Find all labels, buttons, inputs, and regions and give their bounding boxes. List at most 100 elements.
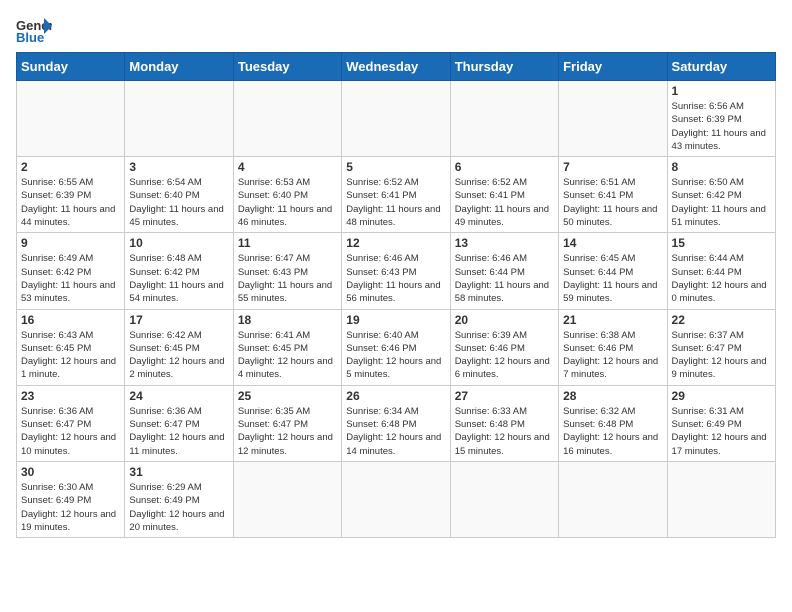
day-number: 2 xyxy=(21,160,120,174)
calendar-day-cell: 12Sunrise: 6:46 AM Sunset: 6:43 PM Dayli… xyxy=(342,233,450,309)
day-number: 27 xyxy=(455,389,554,403)
day-number: 17 xyxy=(129,313,228,327)
day-number: 5 xyxy=(346,160,445,174)
calendar-day-cell: 28Sunrise: 6:32 AM Sunset: 6:48 PM Dayli… xyxy=(559,385,667,461)
day-info: Sunrise: 6:43 AM Sunset: 6:45 PM Dayligh… xyxy=(21,329,120,382)
calendar-day-cell: 29 Sunrise: 6:31 AM Sunset: 6:49 PM Dayli… xyxy=(667,385,775,461)
day-info: Sunrise: 6:50 AM Sunset: 6:42 PM Dayligh… xyxy=(672,176,771,229)
day-info: Sunrise: 6:29 AM Sunset: 6:49 PM Dayligh… xyxy=(129,481,228,534)
day-number: 25 xyxy=(238,389,337,403)
day-info: Sunrise: 6:54 AM Sunset: 6:40 PM Dayligh… xyxy=(129,176,228,229)
day-info: Sunrise: 6:55 AM Sunset: 6:39 PM Dayligh… xyxy=(21,176,120,229)
day-info: Sunrise: 6:39 AM Sunset: 6:46 PM Dayligh… xyxy=(455,329,554,382)
day-info: Sunrise: 6:30 AM Sunset: 6:49 PM Dayligh… xyxy=(21,481,120,534)
calendar-day-cell: 9Sunrise: 6:49 AM Sunset: 6:42 PM Daylig… xyxy=(17,233,125,309)
calendar-header-row: SundayMondayTuesdayWednesdayThursdayFrid… xyxy=(17,53,776,81)
calendar-day-cell xyxy=(233,461,341,537)
calendar-day-cell: 23 Sunrise: 6:36 AM Sunset: 6:47 PM Dayli… xyxy=(17,385,125,461)
day-number: 1 xyxy=(672,84,771,98)
day-number: 7 xyxy=(563,160,662,174)
day-info: Sunrise: 6:56 AM Sunset: 6:39 PM Dayligh… xyxy=(672,100,771,153)
day-number: 18 xyxy=(238,313,337,327)
calendar-week-row: 2 Sunrise: 6:55 AM Sunset: 6:39 PM Daylig… xyxy=(17,157,776,233)
calendar-day-cell: 19 Sunrise: 6:40 AM Sunset: 6:46 PM Dayli… xyxy=(342,309,450,385)
calendar-week-row: 23 Sunrise: 6:36 AM Sunset: 6:47 PM Dayli… xyxy=(17,385,776,461)
day-info: Sunrise: 6:41 AM Sunset: 6:45 PM Dayligh… xyxy=(238,329,337,382)
day-info: Sunrise: 6:53 AM Sunset: 6:40 PM Dayligh… xyxy=(238,176,337,229)
day-number: 23 xyxy=(21,389,120,403)
calendar-day-cell: 11Sunrise: 6:47 AM Sunset: 6:43 PM Dayli… xyxy=(233,233,341,309)
calendar-day-cell: 3 Sunrise: 6:54 AM Sunset: 6:40 PM Daylig… xyxy=(125,157,233,233)
day-info: Sunrise: 6:36 AM Sunset: 6:47 PM Dayligh… xyxy=(21,405,120,458)
calendar-day-cell: 25 Sunrise: 6:35 AM Sunset: 6:47 PM Dayli… xyxy=(233,385,341,461)
day-info: Sunrise: 6:52 AM Sunset: 6:41 PM Dayligh… xyxy=(455,176,554,229)
day-number: 10 xyxy=(129,236,228,250)
day-number: 4 xyxy=(238,160,337,174)
calendar-day-cell xyxy=(17,81,125,157)
calendar-day-cell: 10 Sunrise: 6:48 AM Sunset: 6:42 PM Dayli… xyxy=(125,233,233,309)
calendar-day-cell: 26 Sunrise: 6:34 AM Sunset: 6:48 PM Dayli… xyxy=(342,385,450,461)
day-info: Sunrise: 6:35 AM Sunset: 6:47 PM Dayligh… xyxy=(238,405,337,458)
calendar-day-cell: 30 Sunrise: 6:30 AM Sunset: 6:49 PM Dayli… xyxy=(17,461,125,537)
logo: General Blue xyxy=(16,16,52,44)
day-number: 13 xyxy=(455,236,554,250)
calendar-table: SundayMondayTuesdayWednesdayThursdayFrid… xyxy=(16,52,776,538)
day-info: Sunrise: 6:52 AM Sunset: 6:41 PM Dayligh… xyxy=(346,176,445,229)
day-info: Sunrise: 6:51 AM Sunset: 6:41 PM Dayligh… xyxy=(563,176,662,229)
day-number: 30 xyxy=(21,465,120,479)
calendar-week-row: 30 Sunrise: 6:30 AM Sunset: 6:49 PM Dayli… xyxy=(17,461,776,537)
day-info: Sunrise: 6:47 AM Sunset: 6:43 PM Dayligh… xyxy=(238,252,337,305)
calendar-day-cell xyxy=(125,81,233,157)
day-number: 19 xyxy=(346,313,445,327)
day-info: Sunrise: 6:36 AM Sunset: 6:47 PM Dayligh… xyxy=(129,405,228,458)
day-info: Sunrise: 6:44 AM Sunset: 6:44 PM Dayligh… xyxy=(672,252,771,305)
calendar-day-cell xyxy=(233,81,341,157)
calendar-day-cell: 20 Sunrise: 6:39 AM Sunset: 6:46 PM Dayli… xyxy=(450,309,558,385)
day-number: 26 xyxy=(346,389,445,403)
calendar-week-row: 16 Sunrise: 6:43 AM Sunset: 6:45 PM Dayli… xyxy=(17,309,776,385)
day-number: 12 xyxy=(346,236,445,250)
calendar-day-cell: 31 Sunrise: 6:29 AM Sunset: 6:49 PM Dayli… xyxy=(125,461,233,537)
day-info: Sunrise: 6:34 AM Sunset: 6:48 PM Dayligh… xyxy=(346,405,445,458)
calendar-day-cell: 24Sunrise: 6:36 AM Sunset: 6:47 PM Dayli… xyxy=(125,385,233,461)
logo-icon: General Blue xyxy=(16,16,52,44)
calendar-day-cell: 18 Sunrise: 6:41 AM Sunset: 6:45 PM Dayli… xyxy=(233,309,341,385)
calendar-day-cell: 27Sunrise: 6:33 AM Sunset: 6:48 PM Dayli… xyxy=(450,385,558,461)
day-info: Sunrise: 6:42 AM Sunset: 6:45 PM Dayligh… xyxy=(129,329,228,382)
day-number: 20 xyxy=(455,313,554,327)
day-number: 8 xyxy=(672,160,771,174)
calendar-day-cell: 14Sunrise: 6:45 AM Sunset: 6:44 PM Dayli… xyxy=(559,233,667,309)
calendar-day-cell: 8 Sunrise: 6:50 AM Sunset: 6:42 PM Daylig… xyxy=(667,157,775,233)
day-number: 16 xyxy=(21,313,120,327)
calendar-day-cell: 1 Sunrise: 6:56 AM Sunset: 6:39 PM Daylig… xyxy=(667,81,775,157)
calendar-day-cell: 21 Sunrise: 6:38 AM Sunset: 6:46 PM Dayli… xyxy=(559,309,667,385)
day-number: 31 xyxy=(129,465,228,479)
calendar-day-cell: 15Sunrise: 6:44 AM Sunset: 6:44 PM Dayli… xyxy=(667,233,775,309)
weekday-header: Tuesday xyxy=(233,53,341,81)
calendar-day-cell xyxy=(450,461,558,537)
day-info: Sunrise: 6:48 AM Sunset: 6:42 PM Dayligh… xyxy=(129,252,228,305)
calendar-day-cell: 5 Sunrise: 6:52 AM Sunset: 6:41 PM Daylig… xyxy=(342,157,450,233)
day-info: Sunrise: 6:40 AM Sunset: 6:46 PM Dayligh… xyxy=(346,329,445,382)
day-number: 22 xyxy=(672,313,771,327)
calendar-day-cell xyxy=(342,81,450,157)
day-number: 9 xyxy=(21,236,120,250)
calendar-day-cell: 16 Sunrise: 6:43 AM Sunset: 6:45 PM Dayli… xyxy=(17,309,125,385)
day-number: 3 xyxy=(129,160,228,174)
day-info: Sunrise: 6:31 AM Sunset: 6:49 PM Dayligh… xyxy=(672,405,771,458)
weekday-header: Wednesday xyxy=(342,53,450,81)
day-number: 29 xyxy=(672,389,771,403)
day-info: Sunrise: 6:46 AM Sunset: 6:44 PM Dayligh… xyxy=(455,252,554,305)
weekday-header: Thursday xyxy=(450,53,558,81)
calendar-day-cell: 22Sunrise: 6:37 AM Sunset: 6:47 PM Dayli… xyxy=(667,309,775,385)
calendar-week-row: 9Sunrise: 6:49 AM Sunset: 6:42 PM Daylig… xyxy=(17,233,776,309)
day-info: Sunrise: 6:32 AM Sunset: 6:48 PM Dayligh… xyxy=(563,405,662,458)
weekday-header: Saturday xyxy=(667,53,775,81)
day-number: 6 xyxy=(455,160,554,174)
day-number: 21 xyxy=(563,313,662,327)
day-info: Sunrise: 6:45 AM Sunset: 6:44 PM Dayligh… xyxy=(563,252,662,305)
weekday-header: Sunday xyxy=(17,53,125,81)
calendar-day-cell xyxy=(559,461,667,537)
day-info: Sunrise: 6:38 AM Sunset: 6:46 PM Dayligh… xyxy=(563,329,662,382)
calendar-day-cell: 6 Sunrise: 6:52 AM Sunset: 6:41 PM Daylig… xyxy=(450,157,558,233)
